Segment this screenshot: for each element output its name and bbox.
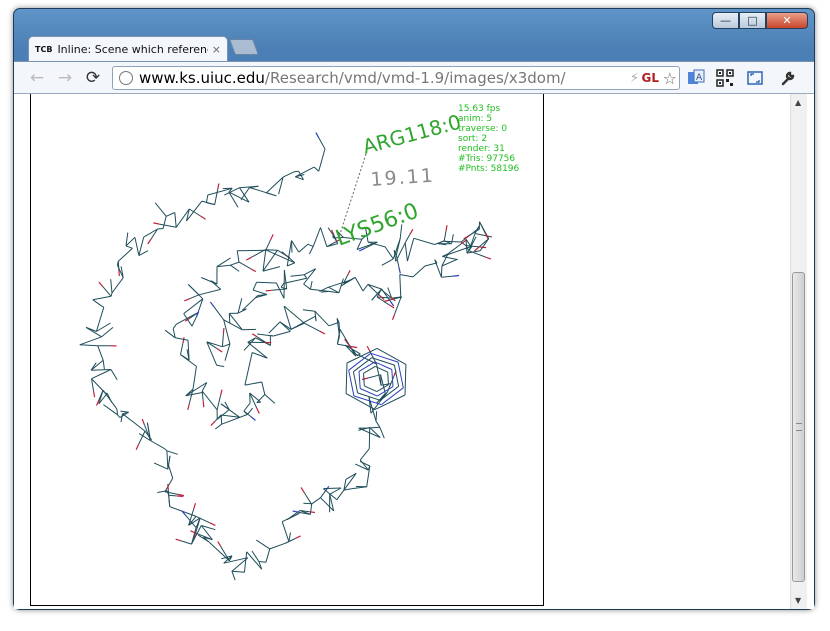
protein-backbone (79, 132, 493, 581)
scrollbar-thumb[interactable] (792, 272, 805, 582)
minimize-icon[interactable]: — (712, 12, 739, 29)
distance-label: 19.11 (370, 165, 436, 191)
arg-label: ARG118:0 (360, 110, 463, 159)
tab-title: Inline: Scene which referenc (57, 43, 208, 56)
bookmark-star-icon[interactable]: ☆ (663, 69, 677, 88)
tab-close-icon[interactable]: × (212, 43, 221, 56)
maximize-icon[interactable]: □ (739, 12, 766, 29)
gl-extension-icon[interactable]: GL (642, 71, 660, 85)
url-text[interactable]: www.ks.uiuc.edu/Research/vmd/vmd-1.9/ima… (139, 69, 566, 87)
page-content: ARG118:0 19.11 LYS56:0 15.63 fps anim: 5… (14, 94, 814, 609)
forward-arrow-icon[interactable]: → (54, 67, 76, 89)
tab-favicon: TCB (35, 45, 53, 54)
toolbar: ← → ⟳ www.ks.uiuc.edu/Research/vmd/vmd-1… (14, 61, 814, 94)
stat-anim: anim: 5 (458, 114, 493, 124)
stat-sort: sort: 2 (458, 134, 488, 144)
vertical-scrollbar[interactable]: ▲ ▼ (790, 94, 807, 609)
url-path: /Research/vmd/vmd-1.9/images/x3dom/ (264, 69, 566, 87)
qr-code-icon[interactable] (715, 68, 735, 88)
back-arrow-icon[interactable]: ← (26, 67, 48, 89)
browser-window: — □ ✕ TCB Inline: Scene which referenc ×… (13, 8, 815, 610)
scroll-down-icon[interactable]: ▼ (795, 596, 801, 605)
fullscreen-icon[interactable] (745, 68, 765, 88)
x3dom-viewer[interactable]: ARG118:0 19.11 LYS56:0 15.63 fps anim: 5… (30, 94, 544, 606)
svg-text:A: A (696, 73, 703, 83)
lys-label: LYS56:0 (333, 199, 423, 252)
stat-fps: 15.63 fps (458, 104, 501, 114)
close-icon[interactable]: ✕ (766, 12, 808, 29)
wrench-icon[interactable] (778, 68, 798, 88)
translate-extension-icon[interactable]: A (686, 68, 706, 88)
bolt-icon[interactable]: ⚡ (630, 71, 639, 86)
render-stats: 15.63 fps anim: 5 traverse: 0 sort: 2 re… (458, 104, 519, 174)
stat-render: render: 31 (458, 144, 505, 154)
scroll-up-icon[interactable]: ▲ (795, 98, 801, 107)
globe-icon (119, 71, 133, 85)
title-bar: — □ ✕ (14, 9, 814, 37)
stat-tris: #Tris: 97756 (458, 154, 516, 164)
tab-active[interactable]: TCB Inline: Scene which referenc × (28, 36, 228, 62)
new-tab-button[interactable] (229, 39, 259, 55)
window-controls: — □ ✕ (712, 12, 808, 29)
address-bar[interactable]: www.ks.uiuc.edu/Research/vmd/vmd-1.9/ima… (112, 66, 680, 90)
stat-traverse: traverse: 0 (458, 124, 508, 134)
grip-icon (796, 423, 802, 431)
url-host: www.ks.uiuc.edu (139, 69, 265, 87)
reload-icon[interactable]: ⟳ (82, 67, 104, 89)
stat-pnts: #Pnts: 58196 (458, 164, 520, 174)
